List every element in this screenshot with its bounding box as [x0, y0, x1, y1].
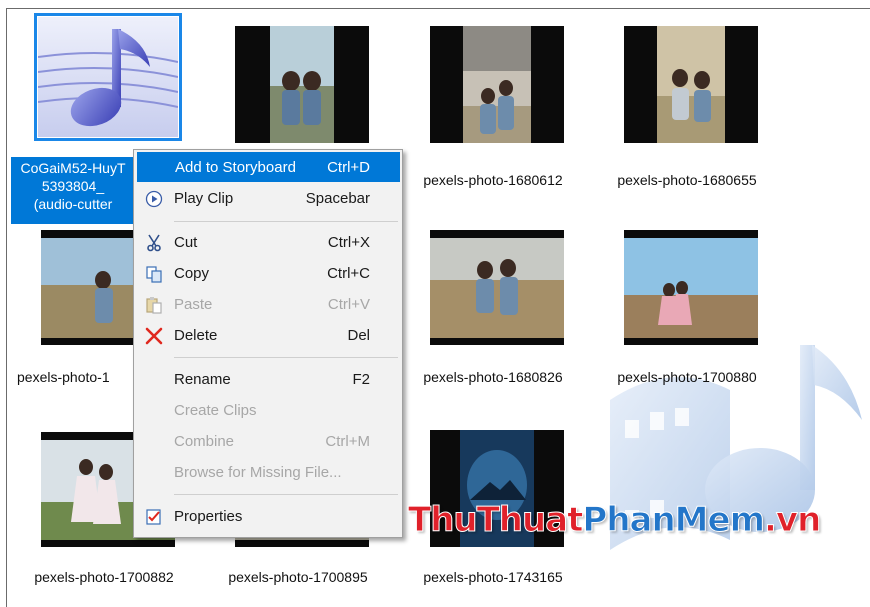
- copy-icon: [144, 264, 164, 284]
- menu-item-paste[interactable]: Paste Ctrl+V: [136, 289, 400, 319]
- menu-item-label: Paste: [174, 295, 213, 313]
- clip-caption: pexels-photo-1743165: [423, 569, 563, 585]
- audio-thumbnail: [38, 17, 178, 137]
- collection-pane: CoGaiM52-HuyT 5393804_ (audio-cutter pex…: [0, 0, 870, 607]
- menu-item-shortcut: Ctrl+X: [327, 233, 370, 251]
- clip-tile[interactable]: pexels-photo-1680655: [617, 26, 794, 216]
- photo-thumbnail: [624, 26, 758, 143]
- delete-x-icon: [144, 326, 164, 346]
- caption-line: 5393804_: [41, 178, 105, 194]
- menu-item-shortcut: Ctrl+M: [325, 432, 370, 450]
- menu-item-shortcut: Ctrl+D: [327, 158, 370, 176]
- menu-item-label: Create Clips: [174, 401, 257, 419]
- menu-item-label: Browse for Missing File...: [174, 463, 342, 481]
- pane-border: [6, 8, 7, 607]
- music-note-icon: [38, 17, 178, 137]
- pane-border: [6, 8, 870, 9]
- clip-tile[interactable]: pexels-photo-1700880: [617, 230, 794, 420]
- menu-item-label: Cut: [174, 233, 198, 251]
- menu-item-label: Add to Storyboard: [175, 158, 296, 176]
- paste-icon: [144, 295, 164, 315]
- clip-caption: pexels-photo-1700895: [228, 569, 368, 585]
- photo-thumbnail: [430, 26, 564, 143]
- clip-tile[interactable]: pexels-photo-1680826: [423, 230, 600, 420]
- clip-caption: pexels-photo-1700880: [617, 369, 757, 385]
- menu-item-shortcut: Spacebar: [305, 189, 370, 207]
- photo-thumbnail: [235, 26, 369, 143]
- photo-thumbnail: [624, 230, 758, 345]
- menu-item-add-to-storyboard[interactable]: Add to Storyboard Ctrl+D: [137, 152, 400, 182]
- clip-caption: pexels-photo-1680612: [423, 172, 563, 188]
- menu-item-combine[interactable]: Combine Ctrl+M: [136, 426, 400, 456]
- menu-separator: [174, 221, 398, 222]
- menu-item-create-clips[interactable]: Create Clips: [136, 395, 400, 425]
- menu-item-label: Properties: [174, 507, 243, 525]
- caption-line: (audio-cutter: [33, 196, 113, 212]
- caption-line: CoGaiM52-HuyT: [20, 160, 126, 176]
- menu-item-shortcut: F2: [352, 370, 370, 388]
- menu-item-label: Combine: [174, 432, 235, 450]
- menu-item-delete[interactable]: Delete Del: [136, 320, 400, 350]
- menu-item-label: Delete: [174, 326, 218, 344]
- menu-item-copy[interactable]: Copy Ctrl+C: [136, 258, 400, 288]
- site-watermark-text: ThuThuatPhanMem.vn: [407, 500, 821, 541]
- properties-icon: [144, 507, 164, 527]
- watermark-part: .vn: [763, 500, 821, 541]
- menu-item-cut[interactable]: Cut Ctrl+X: [136, 227, 400, 257]
- menu-item-browse-missing-file[interactable]: Browse for Missing File...: [136, 457, 400, 487]
- photo-thumbnail: [41, 230, 135, 345]
- menu-separator: [174, 494, 398, 495]
- menu-item-label: Play Clip: [174, 189, 234, 207]
- menu-item-shortcut: Ctrl+V: [327, 295, 370, 313]
- menu-item-shortcut: Del: [347, 326, 370, 344]
- watermark-part: ThuThuat: [407, 500, 583, 541]
- menu-item-label: Copy: [174, 264, 210, 282]
- clip-caption: pexels-photo-1700882: [34, 569, 174, 585]
- photo-thumbnail: [430, 230, 564, 345]
- clip-caption: pexels-photo-1680655: [617, 172, 757, 188]
- watermark-part: PhanMem: [582, 500, 766, 541]
- scissors-icon: [144, 233, 164, 253]
- menu-separator: [174, 357, 398, 358]
- clip-caption: pexels-photo-1680826: [423, 369, 563, 385]
- menu-item-shortcut: Ctrl+C: [327, 264, 370, 282]
- context-menu: Add to Storyboard Ctrl+D Play Clip Space…: [133, 149, 403, 538]
- menu-item-play-clip[interactable]: Play Clip Spacebar: [136, 183, 400, 213]
- clip-tile[interactable]: pexels-photo-1680612: [423, 26, 600, 216]
- menu-item-rename[interactable]: Rename F2: [136, 364, 400, 394]
- play-icon: [144, 189, 164, 209]
- selected-clip-caption[interactable]: CoGaiM52-HuyT 5393804_ (audio-cutter: [11, 157, 135, 224]
- menu-item-properties[interactable]: Properties: [136, 501, 400, 531]
- menu-item-label: Rename: [174, 370, 231, 388]
